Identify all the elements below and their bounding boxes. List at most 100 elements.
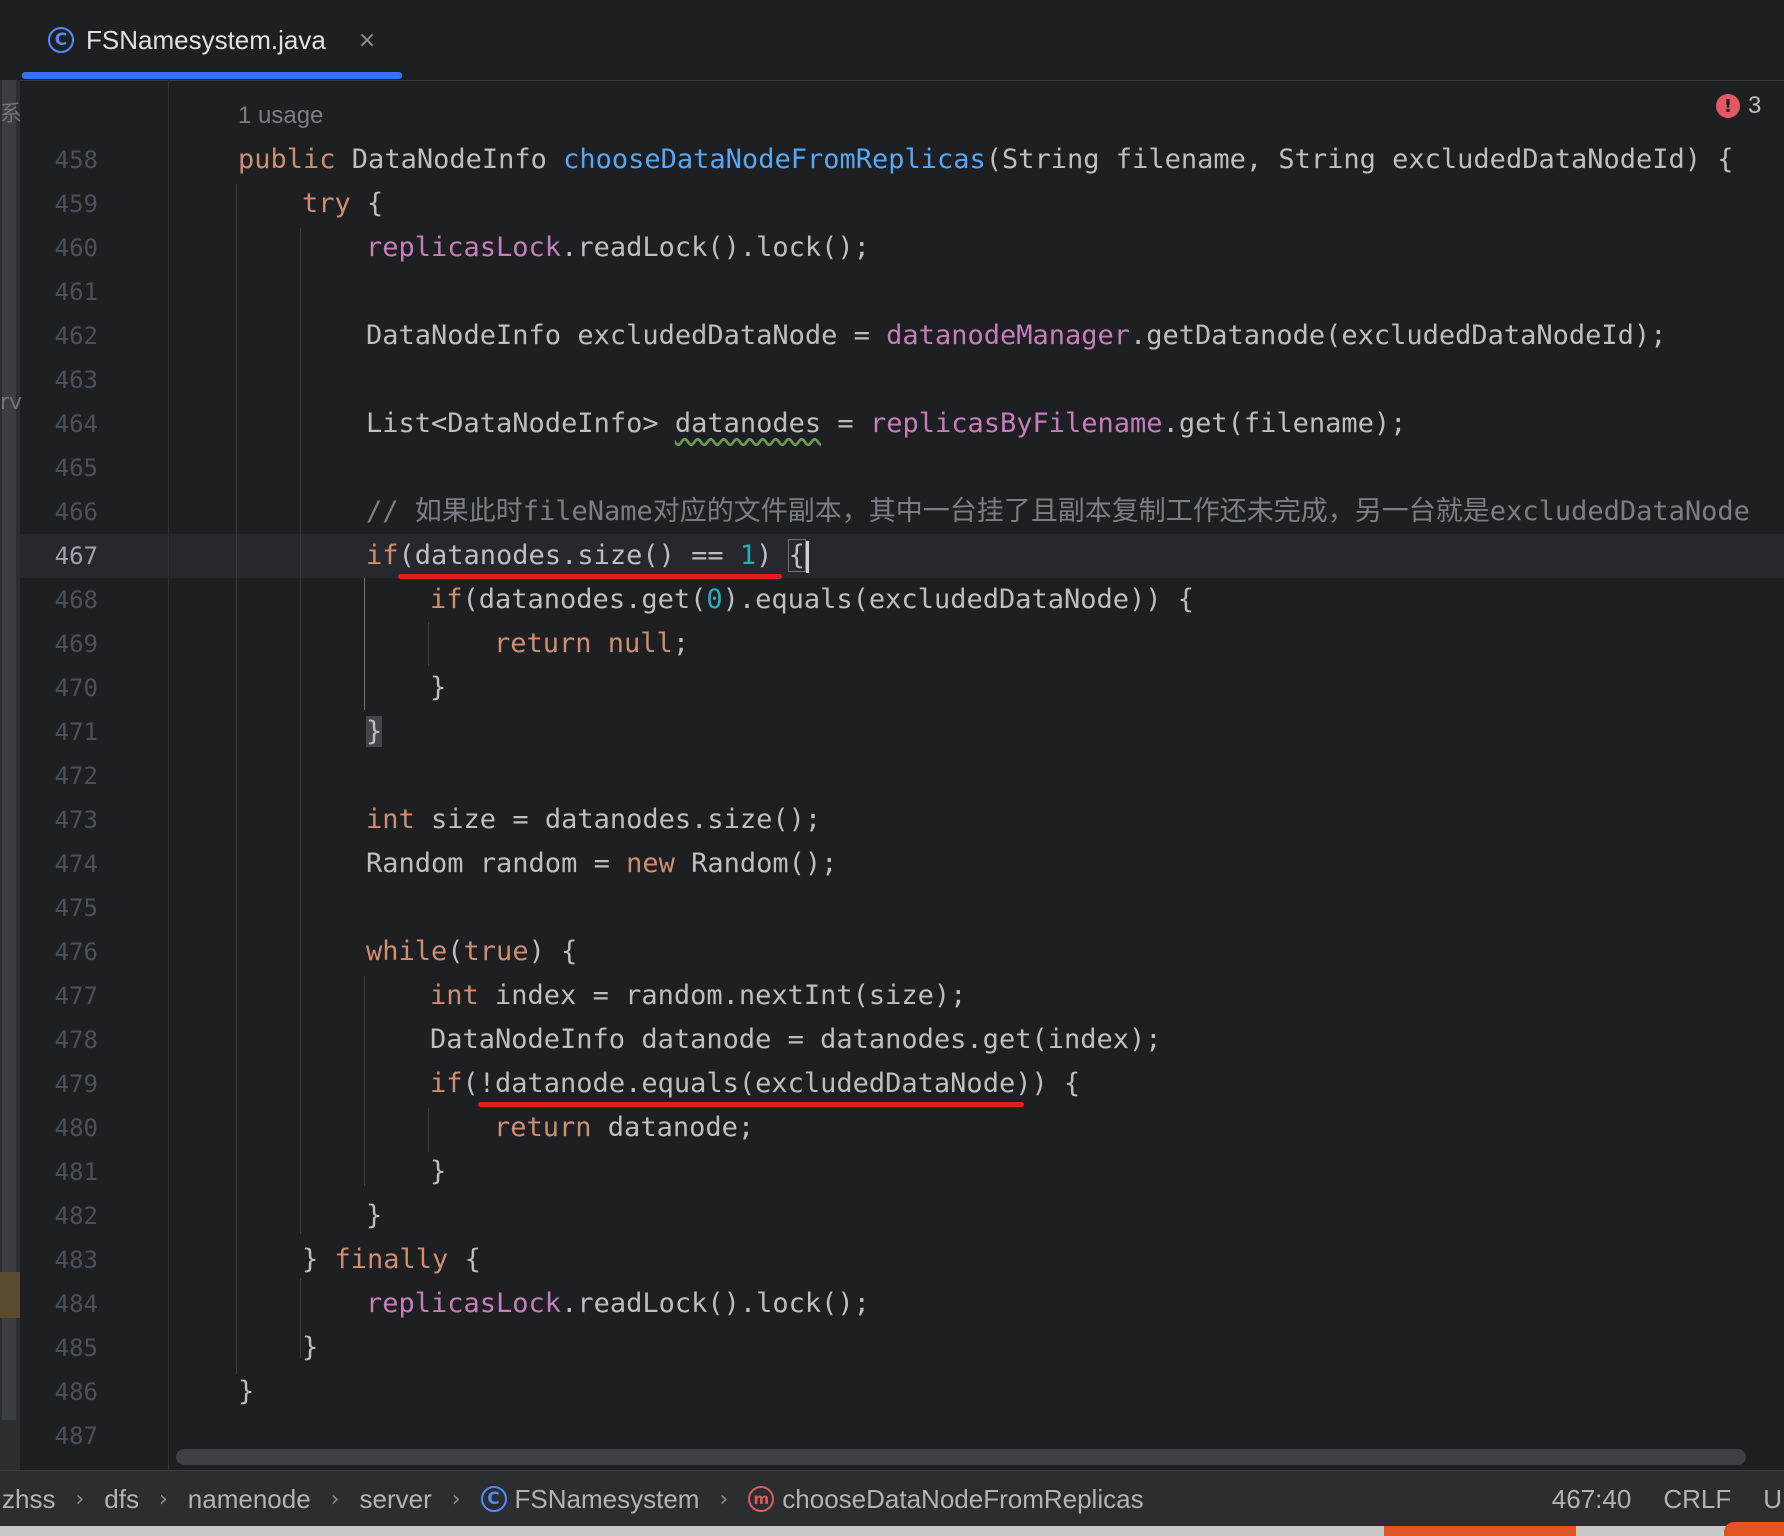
line-ending[interactable]: CRLF [1663, 1484, 1731, 1515]
code-line-477: int index = random.nextInt(size); [430, 980, 967, 1011]
line-number[interactable]: 460 [20, 226, 98, 270]
warning-squiggle: datanodes [674, 408, 822, 439]
line-number[interactable]: 463 [20, 358, 98, 402]
line-number[interactable]: 458 [20, 138, 98, 182]
line-number[interactable]: 485 [20, 1326, 98, 1370]
code-line-480: return datanode; [494, 1112, 755, 1143]
breadcrumb-item[interactable]: server [359, 1484, 431, 1515]
code-line-470: } [430, 672, 447, 703]
indent-guide [364, 976, 365, 1186]
clipped-text-fragment: rv [0, 390, 23, 415]
breadcrumb-item-class[interactable]: C FSNamesystem [480, 1484, 699, 1515]
line-number[interactable]: 479 [20, 1062, 98, 1106]
code-line-464: List<DataNodeInfo> datanodes = replicasB… [366, 408, 1407, 439]
line-number[interactable]: 476 [20, 930, 98, 974]
code-line-459: try { [302, 188, 384, 219]
chevron-right-icon: › [158, 1486, 168, 1512]
cursor-position[interactable]: 467:40 [1552, 1484, 1632, 1515]
active-tab-indicator [22, 72, 402, 79]
tab-fsnamesystem[interactable]: C FSNamesystem.java × [22, 0, 402, 80]
line-number[interactable]: 487 [20, 1414, 98, 1458]
breadcrumb-item[interactable]: dfs [104, 1484, 139, 1515]
code-line-485: } [302, 1332, 319, 1363]
tab-title: FSNamesystem.java [86, 24, 326, 55]
code-line-460: replicasLock.readLock().lock(); [366, 232, 870, 263]
line-number[interactable]: 461 [20, 270, 98, 314]
line-number[interactable]: 484 [20, 1282, 98, 1326]
code-line-484: replicasLock.readLock().lock(); [366, 1288, 870, 1319]
chevron-right-icon: › [719, 1486, 729, 1512]
code-line-483: } finally { [302, 1244, 481, 1275]
matched-brace: } [366, 716, 383, 747]
indent-guide [428, 1108, 429, 1152]
indent-guide-active [364, 578, 365, 710]
line-number[interactable]: 483 [20, 1238, 98, 1282]
line-number[interactable]: 459 [20, 182, 98, 226]
method-icon: m [748, 1486, 775, 1512]
line-number[interactable]: 468 [20, 578, 98, 622]
line-number[interactable]: 486 [20, 1370, 98, 1414]
line-number[interactable]: 481 [20, 1150, 98, 1194]
line-number[interactable]: 472 [20, 754, 98, 798]
code-line-476: while(true) { [366, 936, 578, 967]
code-line-462: DataNodeInfo excludedDataNode = datanode… [366, 320, 1667, 351]
close-icon[interactable]: × [358, 28, 376, 53]
breadcrumb-item[interactable]: namenode [188, 1484, 311, 1515]
code-line-458: public DataNodeInfo chooseDataNodeFromRe… [238, 144, 1734, 175]
code-line-486: } [238, 1376, 255, 1407]
indent-guide [300, 1278, 301, 1358]
text-caret [805, 540, 809, 573]
chevron-right-icon: › [451, 1486, 461, 1512]
line-number[interactable]: 474 [20, 842, 98, 886]
code-line-473: int size = datanodes.size(); [366, 804, 822, 835]
class-icon: C [480, 1486, 507, 1512]
indent-guide [300, 228, 301, 1234]
line-number[interactable]: 477 [20, 974, 98, 1018]
line-number[interactable]: 462 [20, 314, 98, 358]
code-line-479: if(!datanode.equals(excludedDataNode)) { [430, 1068, 1081, 1099]
code-line-474: Random random = new Random(); [366, 848, 838, 879]
chevron-right-icon: › [75, 1486, 85, 1512]
error-icon: ! [1716, 94, 1740, 118]
line-number[interactable]: 471 [20, 710, 98, 754]
line-number[interactable]: 470 [20, 666, 98, 710]
line-number[interactable]: 478 [20, 1018, 98, 1062]
code-line-467: if(datanodes.size() == 1) { [366, 534, 809, 578]
breadcrumb-item-method[interactable]: m chooseDataNodeFromReplicas [748, 1484, 1144, 1515]
line-number[interactable]: 467 [20, 534, 98, 578]
error-indicator[interactable]: ! 3 [1716, 92, 1761, 120]
left-scroll-strip[interactable] [0, 80, 20, 1470]
code-line-478: DataNodeInfo datanode = datanodes.get(in… [430, 1024, 1162, 1055]
gutter-separator [168, 80, 169, 1470]
status-bar: zhss › dfs › namenode › server › C FSName… [0, 1470, 1784, 1527]
status-widgets: 467:40 CRLF U [1552, 1471, 1784, 1527]
code-line-481: } [430, 1156, 447, 1187]
chevron-right-icon: › [330, 1486, 340, 1512]
code-line-469: return null; [494, 628, 690, 659]
line-number[interactable]: 466 [20, 490, 98, 534]
line-number[interactable]: 482 [20, 1194, 98, 1238]
indent-guide [236, 184, 237, 1374]
breadcrumb-item[interactable]: zhss [2, 1484, 55, 1515]
line-number[interactable]: 473 [20, 798, 98, 842]
file-encoding[interactable]: U [1763, 1484, 1782, 1515]
horizontal-scrollbar[interactable] [176, 1449, 1746, 1465]
error-count: 3 [1748, 92, 1762, 119]
change-marker [0, 1272, 20, 1318]
red-annotation-underline [478, 1102, 1024, 1107]
current-line-highlight [20, 534, 1784, 578]
line-number[interactable]: 465 [20, 446, 98, 490]
line-number[interactable]: 469 [20, 622, 98, 666]
usage-hint[interactable]: 1 usage [238, 94, 323, 138]
code-line-471: } [366, 710, 383, 754]
class-icon: C [48, 27, 74, 53]
breadcrumb: zhss › dfs › namenode › server › C FSName… [2, 1471, 1144, 1527]
line-number[interactable]: 475 [20, 886, 98, 930]
line-number[interactable]: 464 [20, 402, 98, 446]
scroll-thumb[interactable] [2, 80, 16, 1420]
code-line-468: if(datanodes.get(0).equals(excludedDataN… [430, 584, 1195, 615]
red-annotation-underline [398, 574, 782, 579]
taskbar-accent [1724, 1522, 1784, 1536]
line-number[interactable]: 480 [20, 1106, 98, 1150]
indent-guide [428, 622, 429, 666]
